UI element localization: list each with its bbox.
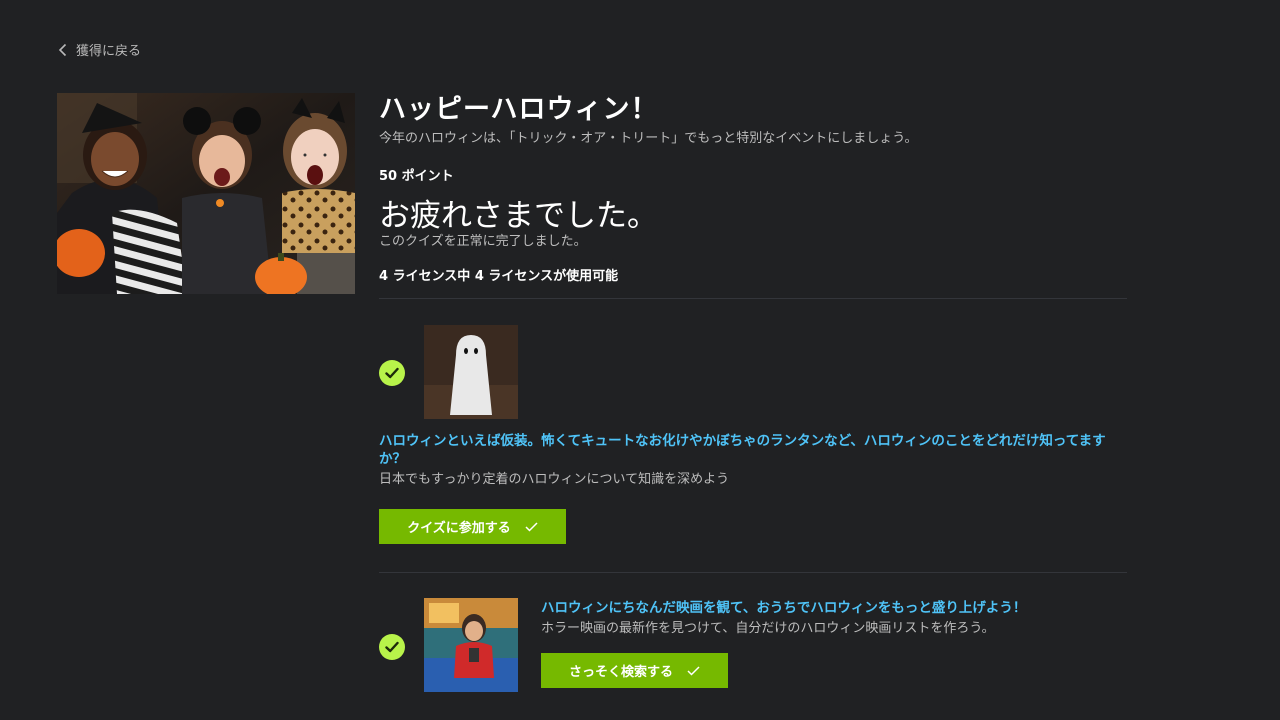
hero-image <box>57 93 355 294</box>
chevron-left-icon <box>58 43 67 56</box>
task-item: ハロウィンといえば仮装。怖くてキュートなお化けやかぼちゃのランタンなど、ハロウィ… <box>379 299 1127 572</box>
completion-subtitle: このクイズを正常に完了しました。 <box>379 234 587 249</box>
join-quiz-button[interactable]: クイズに参加する <box>379 509 566 544</box>
event-subtitle: 今年のハロウィンは、「トリック・オア・トリート」でもっと特別なイベントにしましょ… <box>379 131 918 146</box>
search-now-button[interactable]: さっそく検索する <box>541 653 728 688</box>
event-details: ハッピーハロウィン！ 今年のハロウィンは、「トリック・オア・トリート」でもっと特… <box>379 93 1127 713</box>
license-status: 4 ライセンス中 4 ライセンスが使用可能 <box>379 269 619 284</box>
back-link-label: 獲得に戻る <box>76 44 142 59</box>
completion-title: お疲れさまでした。 <box>379 198 658 234</box>
task-description: 日本でもすっかり定着のハロウィンについて知識を深めよう <box>379 472 730 487</box>
task-title[interactable]: ハロウィンにちなんだ映画を観て、おうちでハロウィンをもっと盛り上げよう！ <box>541 599 1127 617</box>
check-icon <box>525 521 538 532</box>
event-points: 50 ポイント <box>379 169 454 184</box>
check-icon <box>379 634 405 660</box>
check-icon <box>379 360 405 386</box>
task-item: ハロウィンにちなんだ映画を観て、おうちでハロウィンをもっと盛り上げよう！ ホラー… <box>379 573 1127 713</box>
ghost-thumbnail <box>424 325 518 419</box>
event-title: ハッピーハロウィン！ <box>379 94 659 125</box>
task-title[interactable]: ハロウィンといえば仮装。怖くてキュートなお化けやかぼちゃのランタンなど、ハロウィ… <box>379 432 1127 468</box>
task-description: ホラー映画の最新作を見つけて、自分だけのハロウィン映画リストを作ろう。 <box>541 621 995 636</box>
join-quiz-button-label: クイズに参加する <box>407 521 511 536</box>
check-icon <box>687 665 700 676</box>
movie-viewer-thumbnail <box>424 598 518 692</box>
back-link[interactable]: 獲得に戻る <box>58 40 141 59</box>
search-now-button-label: さっそく検索する <box>568 665 673 680</box>
page: 獲得に戻る ハッピーハロウィン！ 今年のハロウィンは、「トリック・オア・トリート… <box>0 0 1280 720</box>
